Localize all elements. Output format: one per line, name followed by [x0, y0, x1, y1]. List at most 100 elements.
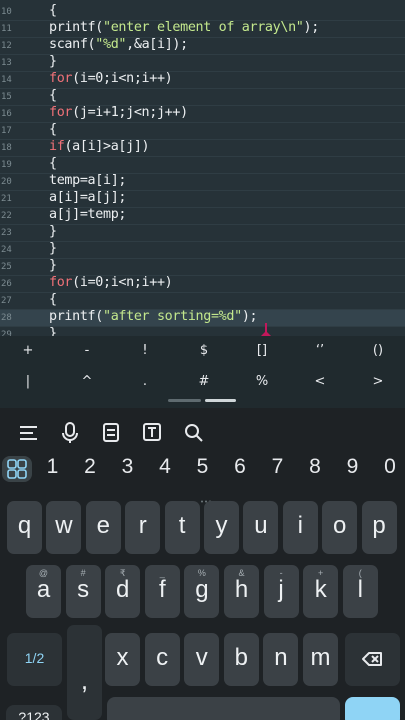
letter-key[interactable]: x	[105, 633, 140, 686]
extra-key[interactable]: |	[8, 367, 48, 397]
line-number: 16	[1, 109, 12, 119]
text-edit-icon[interactable]	[134, 416, 170, 448]
drag-handle-icon[interactable]	[200, 488, 212, 503]
key-label: r	[138, 512, 147, 539]
mic-icon[interactable]	[52, 416, 88, 448]
line-number: 25	[1, 262, 12, 272]
letter-key[interactable]: b	[223, 633, 259, 686]
number-key[interactable]: 1	[34, 452, 71, 482]
extra-key[interactable]: $	[184, 336, 224, 366]
letter-key[interactable]: t	[164, 501, 200, 554]
code-editor[interactable]: 10 {11 printf("enter element of array\n");…	[0, 0, 405, 336]
extra-key[interactable]: .	[125, 367, 165, 397]
extra-key[interactable]: -	[67, 336, 107, 366]
key-label: u	[254, 512, 268, 539]
code-line[interactable]: 10 {	[0, 3, 405, 21]
code-line[interactable]: 26 for(i=0;i<n;i++)	[0, 275, 405, 293]
number-key[interactable]: 2	[72, 452, 109, 482]
code-line[interactable]: 16 for(j=i+1;j<n;j++)	[0, 105, 405, 123]
key-label: ?123	[18, 709, 50, 720]
code-line[interactable]: 20 temp=a[i];	[0, 173, 405, 191]
letter-key[interactable]: r	[125, 501, 161, 554]
number-key[interactable]: 8	[297, 452, 334, 482]
key-label: f	[158, 576, 166, 603]
code-line[interactable]: 11 printf("enter element of array\n");	[0, 20, 405, 38]
number-key[interactable]: 7	[259, 452, 296, 482]
soft-keyboard: 1 2 3 4 5 6 7 8 9 0 q w e r t y u i o p @ a # s ₹ d _ f% g & h - j + k(l 1/…	[0, 408, 405, 720]
letter-key[interactable]: % g	[184, 565, 220, 618]
backspace-key[interactable]	[345, 633, 400, 686]
symbols-key[interactable]: ?123	[6, 705, 62, 720]
letter-key[interactable]: e	[85, 501, 121, 554]
code-line[interactable]: 17 {	[0, 122, 405, 140]
menu-icon[interactable]	[10, 416, 46, 448]
code-line[interactable]: 12 scanf("%d",&a[i]);	[0, 37, 405, 55]
letter-key[interactable]: c	[144, 633, 180, 686]
letter-key[interactable]: y	[204, 501, 239, 554]
extra-key[interactable]: []	[242, 336, 282, 366]
comma-key[interactable]: ,	[67, 625, 102, 720]
letter-key[interactable]: # s	[65, 565, 101, 618]
letter-key[interactable]: n	[263, 633, 299, 686]
code-line[interactable]: 25}	[0, 258, 405, 276]
key-label: e	[96, 512, 110, 539]
extra-key[interactable]: <	[300, 367, 340, 397]
code-line[interactable]: 14 for(i=0;i<n;i++)	[0, 71, 405, 89]
letter-key[interactable]: -j	[263, 565, 299, 618]
code-line[interactable]: 22 a[j]=temp;	[0, 207, 405, 225]
code-line[interactable]: 24}	[0, 241, 405, 259]
space-bar[interactable]	[107, 697, 340, 720]
number-key[interactable]: 5	[184, 452, 221, 482]
clipboard-icon[interactable]	[93, 416, 129, 448]
letter-key[interactable]: & h	[224, 565, 259, 618]
extra-key[interactable]: %	[242, 367, 282, 397]
letter-key[interactable]: + k	[303, 565, 339, 618]
extra-key[interactable]: ^	[67, 367, 107, 397]
line-number: 24	[1, 245, 12, 255]
number-key[interactable]: 9	[334, 452, 371, 482]
letter-key[interactable]: i	[282, 501, 318, 554]
letter-key[interactable]: v	[184, 633, 220, 686]
letter-key[interactable]: @ a	[26, 565, 61, 618]
shift-key[interactable]: 1/2	[7, 633, 62, 686]
extra-key[interactable]: !	[125, 336, 165, 366]
extra-key[interactable]: ()	[358, 336, 398, 366]
code-line[interactable]: 13}	[0, 54, 405, 72]
letter-key[interactable]: (l	[342, 565, 378, 618]
enter-key[interactable]	[345, 697, 400, 720]
code-line[interactable]: 19 {	[0, 156, 405, 174]
code-text: for(i=0;i<n;i++)	[49, 275, 173, 290]
letter-key[interactable]: u	[243, 501, 279, 554]
key-label: y	[215, 512, 228, 539]
code-line[interactable]: 21 a[i]=a[j];	[0, 190, 405, 208]
code-line[interactable]: 23}	[0, 224, 405, 242]
code-line[interactable]: 28 printf("after sorting=%d");	[0, 309, 405, 327]
line-number: 20	[1, 177, 12, 187]
letter-key[interactable]: p	[361, 501, 397, 554]
number-key[interactable]: 6	[222, 452, 259, 482]
letter-key[interactable]: ₹ d	[105, 565, 141, 618]
letter-key[interactable]: w	[46, 501, 82, 554]
extra-key[interactable]: +	[8, 336, 48, 366]
code-text: if(a[i]>a[j])	[49, 139, 150, 154]
code-text: {	[49, 156, 57, 171]
extra-key[interactable]: ‘’	[300, 336, 340, 366]
number-key[interactable]: 0	[372, 452, 405, 482]
extra-key[interactable]: >	[358, 367, 398, 397]
key-label: c	[156, 644, 169, 671]
letter-key[interactable]: m	[303, 633, 338, 686]
number-key[interactable]: 3	[109, 452, 146, 482]
letter-key[interactable]: o	[322, 501, 358, 554]
extra-key[interactable]: #	[184, 367, 224, 397]
number-key[interactable]: 4	[147, 452, 184, 482]
code-line[interactable]: 15 {	[0, 88, 405, 106]
letter-key[interactable]: _ f	[144, 565, 180, 618]
letter-key[interactable]: q	[7, 501, 42, 554]
code-line[interactable]: 29}	[0, 326, 405, 336]
line-number: 27	[1, 296, 12, 306]
keyboard-grid-icon[interactable]	[2, 456, 32, 482]
search-icon[interactable]	[176, 416, 212, 448]
code-line[interactable]: 18 if(a[i]>a[j])	[0, 139, 405, 157]
key-label: h	[234, 576, 249, 603]
code-line[interactable]: 27 {	[0, 292, 405, 310]
